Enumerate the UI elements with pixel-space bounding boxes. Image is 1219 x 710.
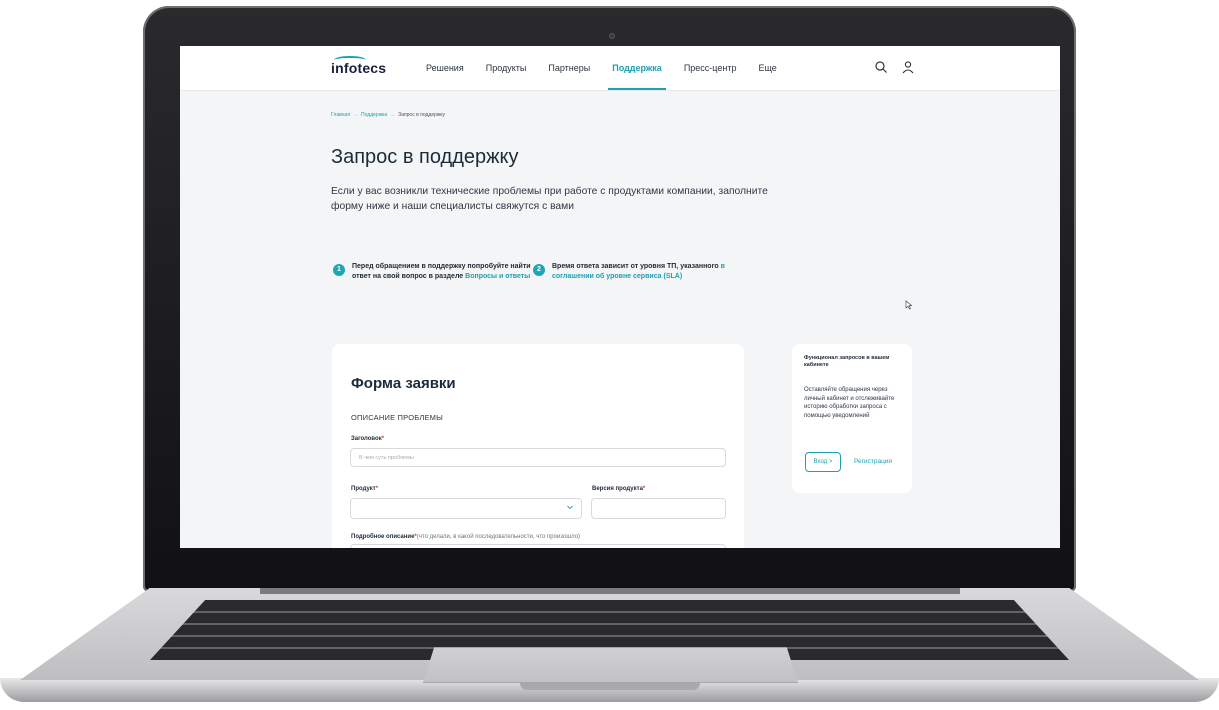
- keyboard-row: [150, 611, 1069, 613]
- nav-item-partners[interactable]: Партнеры: [548, 63, 590, 73]
- required-mark: *: [381, 436, 385, 442]
- nav-item-more[interactable]: Еще: [758, 63, 776, 73]
- heading-placeholder: В чем суть проблемы: [359, 455, 414, 461]
- step-number-badge: 2: [533, 264, 545, 276]
- breadcrumb-support[interactable]: Поддержка: [361, 112, 387, 118]
- request-form-card: Форма заявки ОПИСАНИЕ ПРОБЛЕМЫ Заголовок…: [332, 344, 744, 548]
- heading-input[interactable]: В чем суть проблемы: [350, 448, 726, 467]
- description-label-text: Подробное описание: [351, 534, 415, 540]
- laptop-frame: infotecs Решения Продукты Партнеры Подде…: [0, 0, 1219, 710]
- browser-screen: infotecs Решения Продукты Партнеры Подде…: [180, 46, 1060, 548]
- heading-label: Заголовок*: [351, 436, 384, 442]
- info-note-2: 2 Время ответа зависит от уровня ТП, ука…: [533, 262, 732, 281]
- product-select[interactable]: [350, 498, 582, 519]
- infotecs-logo[interactable]: infotecs: [331, 56, 386, 76]
- site-header: infotecs Решения Продукты Партнеры Подде…: [180, 46, 1060, 91]
- product-label: Продукт*: [351, 486, 378, 492]
- page-intro: Если у вас возникли технические проблемы…: [331, 186, 768, 212]
- laptop-base: [0, 588, 1219, 710]
- nav-item-support[interactable]: Поддержка: [608, 63, 666, 90]
- heading-label-text: Заголовок: [351, 436, 382, 442]
- main-nav: Решения Продукты Партнеры Поддержка Прес…: [426, 63, 799, 90]
- form-title: Форма заявки: [351, 375, 456, 392]
- nav-item-press[interactable]: Пресс-центр: [684, 63, 737, 73]
- logo-arc-icon: [334, 56, 366, 64]
- breadcrumb-separator: →: [353, 112, 359, 118]
- search-icon[interactable]: [874, 60, 888, 74]
- mouse-cursor-icon: [905, 300, 913, 310]
- page-title: Запрос в поддержку: [331, 146, 519, 168]
- required-mark: *: [375, 486, 379, 492]
- register-link[interactable]: Регистрация: [854, 458, 892, 465]
- description-label: Подробное описание*(что делали, в какой …: [351, 534, 580, 540]
- breadcrumb-home[interactable]: Главная: [331, 112, 350, 118]
- user-icon[interactable]: [901, 60, 915, 74]
- promo-title: Функционал запросов в вашем кабинете: [804, 355, 890, 368]
- version-label: Версия продукта*: [592, 486, 645, 492]
- camera-icon: [609, 33, 615, 39]
- breadcrumb: Главная → Поддержка → Запрос в поддержку: [331, 112, 445, 118]
- nav-item-products[interactable]: Продукты: [486, 63, 527, 73]
- keyboard-row: [150, 623, 1069, 625]
- version-input[interactable]: [591, 498, 726, 519]
- description-textarea[interactable]: [350, 544, 726, 548]
- description-hint: (что делали, в какой последовательности,…: [416, 534, 581, 540]
- step-number-badge: 1: [333, 264, 345, 276]
- required-mark: *: [642, 486, 646, 492]
- trackpad: [423, 647, 798, 683]
- faq-link[interactable]: Вопросы и ответы: [465, 273, 530, 280]
- laptop-hinge: [260, 588, 960, 594]
- promo-text: Оставляйте обращения через личный кабине…: [804, 387, 895, 419]
- info-note-text: Время ответа зависит от уровня ТП, указа…: [552, 263, 721, 270]
- login-button[interactable]: Вход >: [805, 452, 841, 472]
- form-section-title: ОПИСАНИЕ ПРОБЛЕМЫ: [351, 413, 443, 422]
- laptop-notch: [520, 683, 700, 690]
- account-promo-card: Функционал запросов в вашем кабинете Ост…: [792, 344, 912, 493]
- nav-item-solutions[interactable]: Решения: [426, 63, 464, 73]
- breadcrumb-separator: →: [390, 112, 396, 118]
- chevron-down-icon: [567, 505, 573, 510]
- breadcrumb-current: Запрос в поддержку: [398, 112, 445, 118]
- keyboard-row: [150, 635, 1069, 637]
- product-label-text: Продукт: [351, 486, 376, 492]
- info-note-1: 1 Перед обращением в поддержку попробуйт…: [333, 262, 532, 281]
- version-label-text: Версия продукта: [592, 486, 643, 492]
